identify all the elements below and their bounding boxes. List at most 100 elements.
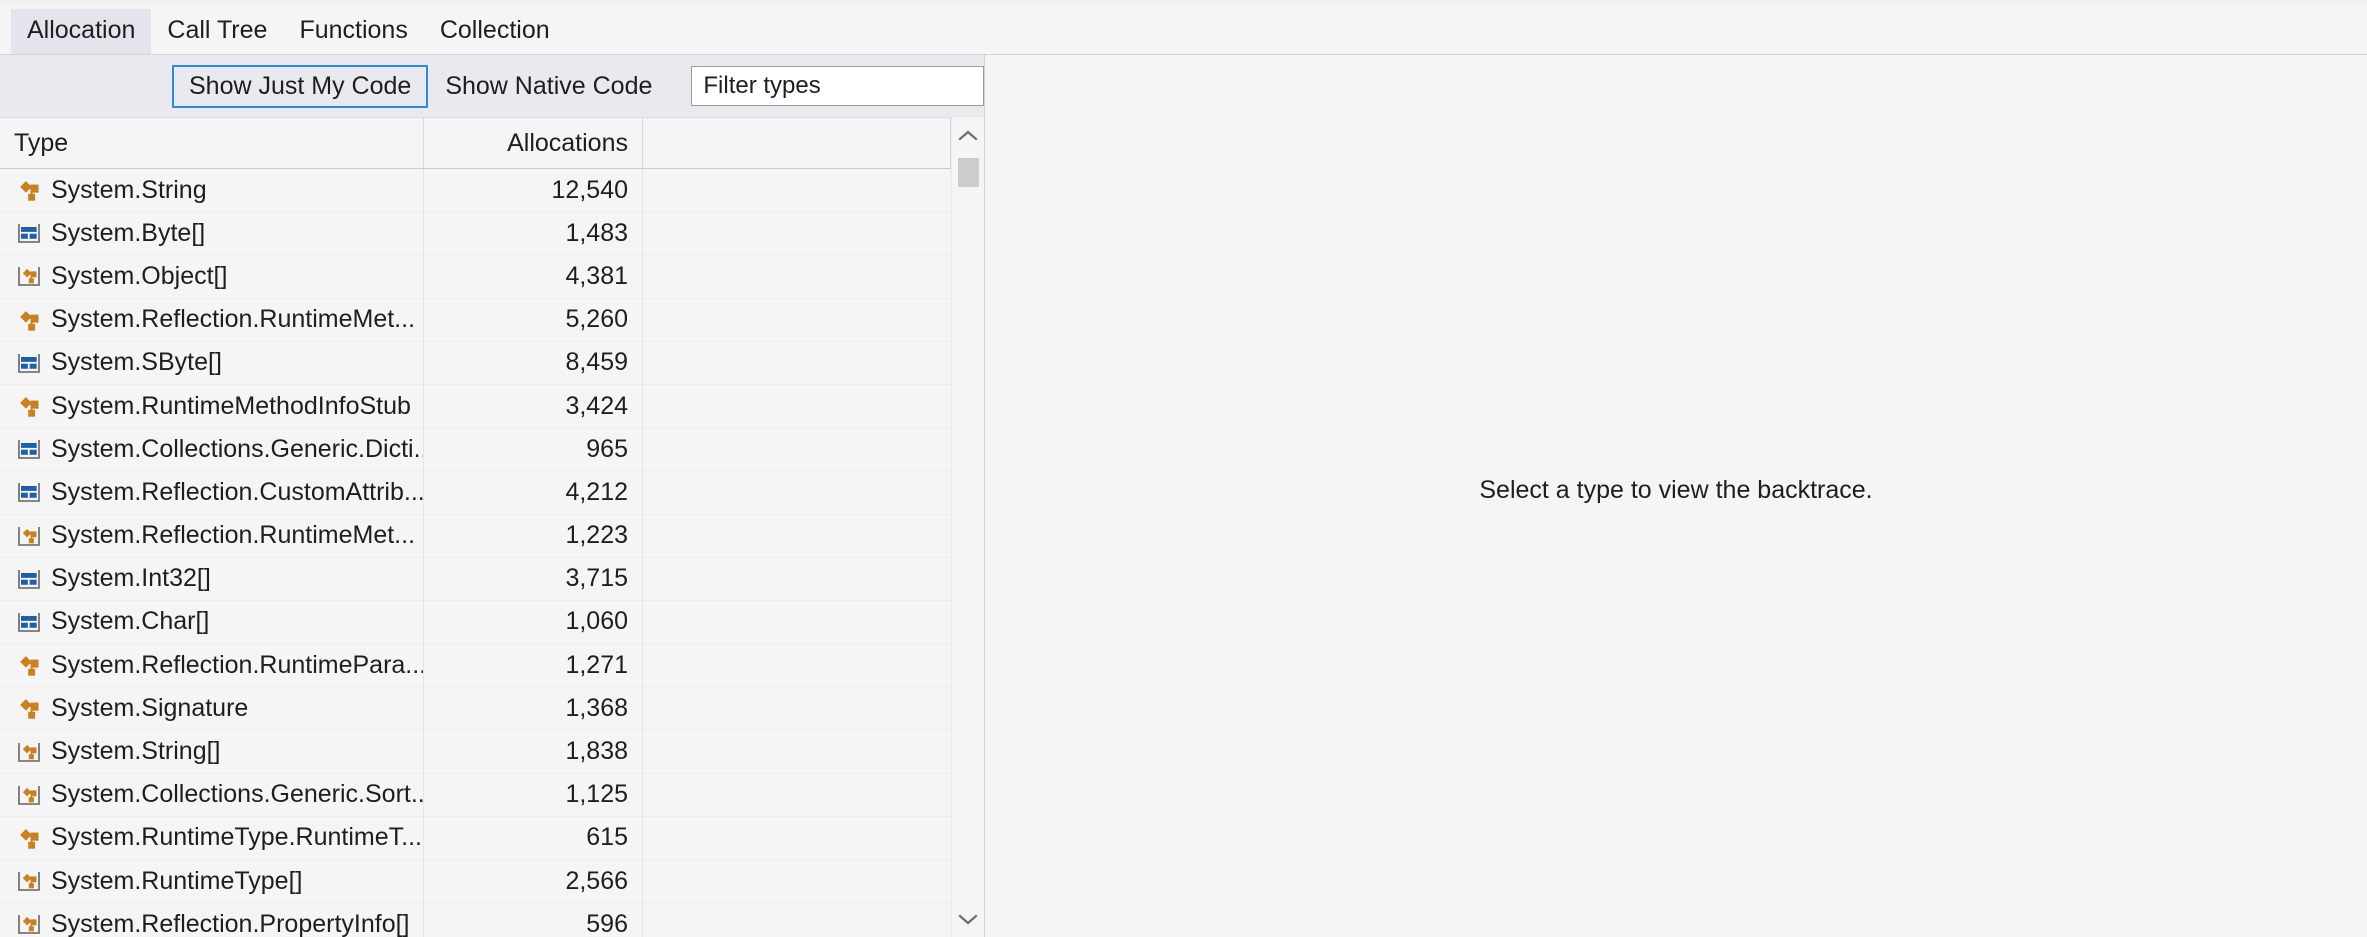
table-row[interactable]: System.SByte[] 8,459 — [0, 341, 951, 385]
cell-spacer — [643, 471, 951, 513]
cell-type[interactable]: System.Reflection.RuntimeMet... — [0, 298, 424, 341]
tab-strip: Allocation Call Tree Functions Collectio… — [0, 0, 2367, 55]
cell-type[interactable]: System.RuntimeType[] — [0, 860, 424, 903]
cell-type[interactable]: System.Byte[] — [0, 212, 424, 255]
cell-type[interactable]: System.Reflection.PropertyInfo[] — [0, 903, 424, 937]
types-grid: Type Allocations System.String 12,540 Syst… — [0, 117, 951, 937]
table-row[interactable]: System.RuntimeType.RuntimeT... 615 — [0, 816, 951, 860]
cell-type[interactable]: System.Reflection.CustomAttrib... — [0, 471, 424, 514]
filter-types-field[interactable] — [691, 66, 984, 106]
cell-type[interactable]: System.Collections.Generic.Sort... — [0, 773, 424, 816]
table-row[interactable]: System.Reflection.RuntimePara... 1,271 — [0, 644, 951, 688]
allocations-value: 965 — [586, 434, 628, 463]
scrollbar-track[interactable] — [952, 153, 985, 901]
types-grid-scrollbar[interactable] — [951, 117, 984, 937]
type-name-label: System.Reflection.PropertyInfo[] — [51, 909, 410, 937]
type-name-label: System.Signature — [51, 693, 249, 722]
allocations-value: 3,424 — [565, 391, 628, 420]
cell-type[interactable]: System.Char[] — [0, 600, 424, 644]
table-row[interactable]: System.Collections.Generic.Sort... 1,125 — [0, 773, 951, 817]
struct-array-icon — [18, 612, 40, 632]
struct-array-icon — [18, 483, 40, 503]
show-native-code-button[interactable]: Show Native Code — [428, 65, 669, 108]
cell-type[interactable]: System.String[] — [0, 730, 424, 773]
class-icon — [20, 310, 39, 331]
cell-type[interactable]: System.Object[] — [0, 255, 424, 298]
cell-type[interactable]: System.Int32[] — [0, 557, 424, 600]
column-header-allocations-label: Allocations — [507, 128, 628, 157]
column-header-type[interactable]: Type — [0, 118, 424, 168]
cell-type[interactable]: System.Reflection.RuntimePara... — [0, 644, 424, 687]
tab-call-tree-label: Call Tree — [167, 16, 268, 44]
table-row[interactable]: System.Char[] 1,060 — [0, 600, 951, 645]
tab-collection[interactable]: Collection — [424, 9, 566, 54]
cell-type[interactable]: System.RuntimeType.RuntimeT... — [0, 816, 424, 859]
cell-allocations: 12,540 — [424, 169, 643, 212]
cell-spacer — [643, 385, 951, 427]
cell-spacer — [643, 515, 951, 557]
cell-spacer — [643, 817, 951, 859]
table-row[interactable]: System.Collections.Generic.Dicti... 965 — [0, 428, 951, 472]
table-row[interactable]: System.Byte[] 1,483 — [0, 212, 951, 256]
show-just-my-code-button[interactable]: Show Just My Code — [172, 64, 429, 108]
tab-allocation-label: Allocation — [27, 16, 136, 44]
type-name-label: System.Collections.Generic.Sort... — [51, 780, 424, 809]
cell-spacer — [643, 903, 951, 937]
cell-spacer — [643, 601, 951, 643]
cell-allocations: 1,060 — [424, 600, 643, 644]
cell-allocations: 1,838 — [424, 730, 643, 773]
type-name-label: System.Byte[] — [51, 218, 206, 247]
backtrace-pane: Select a type to view the backtrace. — [985, 55, 2367, 937]
table-row[interactable]: System.Reflection.CustomAttrib... 4,212 — [0, 471, 951, 515]
table-row[interactable]: System.Signature 1,368 — [0, 687, 951, 731]
cell-allocations: 2,566 — [424, 860, 643, 903]
type-name-label: System.Reflection.RuntimeMet... — [51, 521, 416, 550]
table-row[interactable]: System.Reflection.RuntimeMet... 5,260 — [0, 298, 951, 342]
table-row[interactable]: System.Reflection.PropertyInfo[] 596 — [0, 903, 951, 937]
table-row[interactable]: System.String[] 1,838 — [0, 730, 951, 774]
table-row[interactable]: System.Object[] 4,381 — [0, 255, 951, 299]
column-header-allocations[interactable]: Allocations — [424, 118, 643, 168]
scroll-down-button[interactable] — [952, 901, 985, 937]
table-row[interactable]: System.String 12,540 — [0, 169, 951, 213]
cell-type[interactable]: System.Collections.Generic.Dicti... — [0, 428, 424, 471]
chevron-down-icon — [958, 913, 978, 924]
type-name-label: System.Int32[] — [51, 564, 211, 593]
cell-type[interactable]: System.Signature — [0, 687, 424, 730]
tab-call-tree[interactable]: Call Tree — [151, 9, 283, 54]
class-icon — [20, 181, 39, 201]
table-row[interactable]: System.Int32[] 3,715 — [0, 557, 951, 601]
type-name-label: System.Reflection.RuntimeMet... — [51, 305, 416, 334]
table-row[interactable]: System.RuntimeMethodInfoStub 3,424 — [0, 384, 951, 429]
allocations-value: 1,223 — [565, 521, 628, 550]
table-row[interactable]: System.Reflection.RuntimeMet... 1,223 — [0, 514, 951, 558]
cell-allocations: 1,223 — [424, 514, 643, 557]
cell-type[interactable]: System.String — [0, 169, 424, 212]
type-name-label: System.RuntimeMethodInfoStub — [51, 391, 411, 420]
allocations-value: 1,838 — [565, 737, 628, 766]
cell-allocations: 1,368 — [424, 687, 643, 730]
cell-type[interactable]: System.RuntimeMethodInfoStub — [0, 384, 424, 428]
tab-functions[interactable]: Functions — [283, 9, 423, 54]
cell-spacer — [643, 860, 951, 902]
filter-types-input[interactable] — [701, 71, 974, 101]
cell-spacer — [643, 342, 951, 384]
cell-allocations: 596 — [424, 903, 643, 937]
cell-type[interactable]: System.Reflection.RuntimeMet... — [0, 514, 424, 557]
cell-allocations: 965 — [424, 428, 643, 471]
scrollbar-thumb[interactable] — [957, 158, 979, 187]
cell-type[interactable]: System.SByte[] — [0, 341, 424, 384]
allocations-value: 4,212 — [565, 477, 628, 506]
grid-rows: System.String 12,540 System.Byte[] 1,483 Sys… — [0, 169, 951, 937]
type-name-label: System.SByte[] — [51, 348, 222, 377]
class-icon — [20, 656, 39, 676]
scroll-up-button[interactable] — [952, 117, 985, 153]
tab-allocation[interactable]: Allocation — [11, 9, 152, 54]
allocations-value: 4,381 — [565, 261, 628, 290]
table-row[interactable]: System.RuntimeType[] 2,566 — [0, 860, 951, 904]
cell-allocations: 8,459 — [424, 341, 643, 384]
show-just-my-code-label: Show Just My Code — [189, 71, 412, 100]
class-icon — [20, 397, 39, 417]
cell-spacer — [643, 730, 951, 772]
class-array-icon — [18, 267, 40, 287]
